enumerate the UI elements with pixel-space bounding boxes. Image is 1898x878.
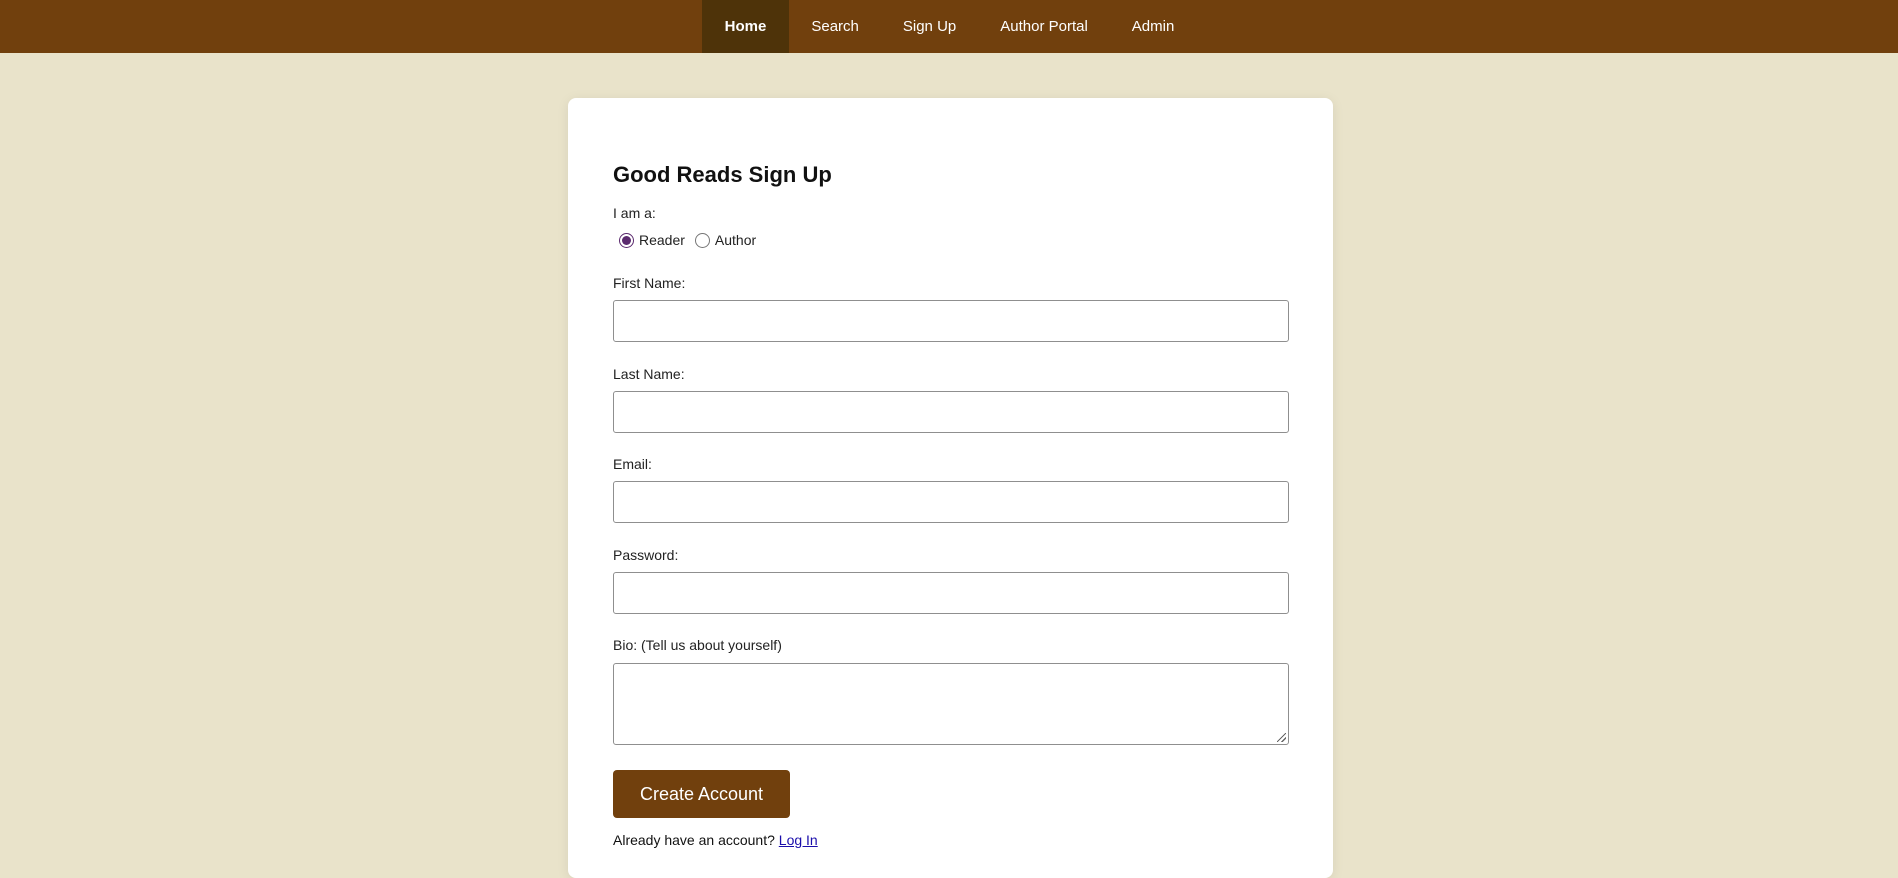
login-prompt: Already have an account? (613, 832, 775, 848)
email-input[interactable] (613, 481, 1289, 523)
first-name-input[interactable] (613, 300, 1289, 342)
nav-admin[interactable]: Admin (1110, 0, 1197, 53)
password-input[interactable] (613, 572, 1289, 614)
reader-radio[interactable] (619, 232, 634, 248)
create-account-button[interactable]: Create Account (613, 770, 790, 818)
nav-author-portal[interactable]: Author Portal (978, 0, 1110, 53)
form-title: Good Reads Sign Up (613, 162, 832, 187)
last-name-label: Last Name: (613, 366, 685, 382)
email-label: Email: (613, 456, 652, 472)
resize-grip-icon[interactable] (1277, 733, 1286, 742)
signup-card: Good Reads Sign Up I am a: Reader Author… (568, 98, 1333, 878)
password-label: Password: (613, 547, 679, 563)
login-row: Already have an account? Log In (613, 832, 818, 848)
nav-search[interactable]: Search (789, 0, 881, 53)
nav-sign-up[interactable]: Sign Up (881, 0, 978, 53)
bio-label: Bio: (Tell us about yourself) (613, 637, 782, 653)
role-radio-group: Reader Author (613, 232, 760, 248)
first-name-label: First Name: (613, 275, 686, 291)
nav-home[interactable]: Home (701, 0, 790, 53)
author-radio[interactable] (694, 232, 710, 248)
bio-container (613, 663, 1289, 745)
author-radio-label[interactable]: Author (715, 232, 756, 248)
login-link[interactable]: Log In (779, 832, 818, 848)
role-label: I am a: (613, 205, 656, 221)
bio-textarea[interactable] (613, 663, 1289, 745)
reader-radio-label[interactable]: Reader (639, 232, 685, 248)
top-navigation: Home Search Sign Up Author Portal Admin (0, 0, 1898, 53)
last-name-input[interactable] (613, 391, 1289, 433)
